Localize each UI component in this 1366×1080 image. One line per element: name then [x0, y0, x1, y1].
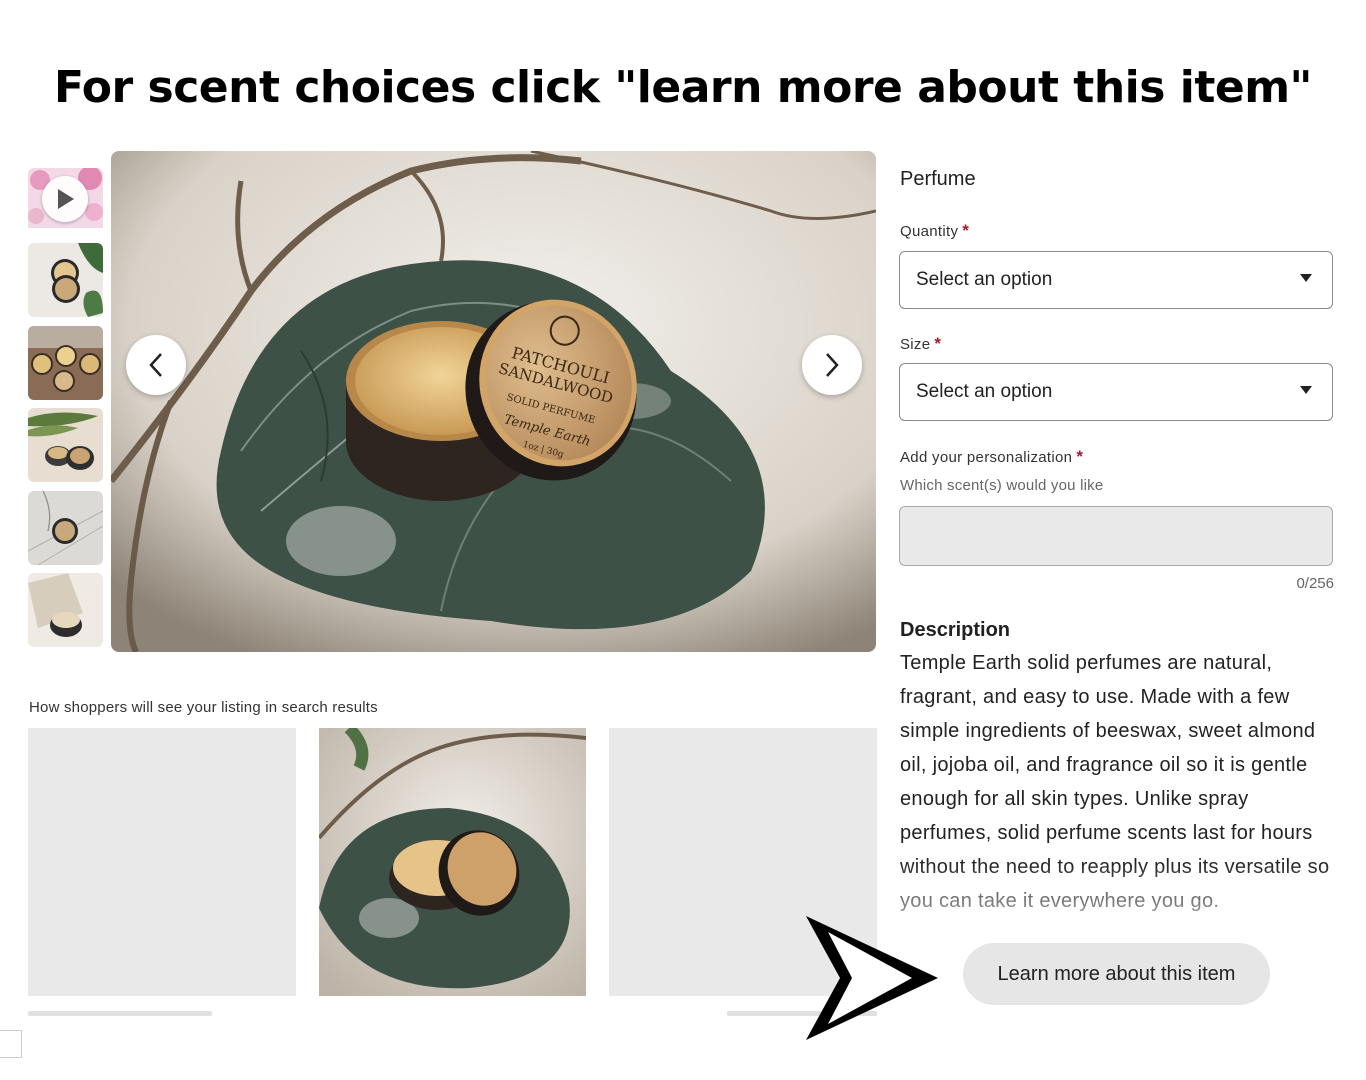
- chevron-right-icon: [826, 353, 839, 377]
- personalization-label-text: Add your personalization: [900, 449, 1073, 466]
- thumbnail-6[interactable]: [28, 573, 103, 647]
- listing-title: Perfume: [900, 168, 976, 190]
- quantity-label: Quantity *: [900, 221, 969, 241]
- personalization-label: Add your personalization *: [900, 447, 1083, 467]
- corner-widget: [0, 1030, 22, 1058]
- thumbnail-video[interactable]: [28, 168, 103, 242]
- size-label-text: Size: [900, 336, 931, 353]
- caret-down-icon: [1300, 274, 1312, 282]
- preview-scrollbar-left[interactable]: [28, 1011, 212, 1016]
- thumbnail-5-image: [28, 491, 103, 565]
- personalization-input[interactable]: [899, 506, 1333, 566]
- main-product-photo: PATCHOULI SANDALWOOD SOLID PERFUME Templ…: [111, 151, 876, 652]
- size-label: Size *: [900, 334, 941, 354]
- learn-more-button[interactable]: Learn more about this item: [963, 943, 1270, 1005]
- size-select[interactable]: Select an option: [899, 363, 1333, 421]
- preview-listing-card: [319, 728, 586, 996]
- next-image-button[interactable]: [802, 335, 862, 395]
- preview-listing-image: [319, 728, 586, 996]
- quantity-label-text: Quantity: [900, 223, 959, 240]
- description-heading: Description: [900, 619, 1011, 641]
- personalization-hint: Which scent(s) would you like: [900, 477, 1104, 494]
- required-mark: *: [934, 334, 942, 353]
- chevron-left-icon: [149, 353, 162, 377]
- main-product-image: PATCHOULI SANDALWOOD SOLID PERFUME Templ…: [111, 151, 876, 652]
- promo-banner: For scent choices click "learn more abou…: [54, 62, 1312, 113]
- required-mark: *: [1076, 447, 1084, 466]
- quantity-select-value: Select an option: [916, 269, 1053, 290]
- arrow-pointer-icon: [806, 916, 938, 1040]
- thumbnail-2-image: [28, 243, 103, 317]
- caret-down-icon: [1300, 386, 1312, 394]
- thumbnail-4[interactable]: [28, 408, 103, 482]
- thumbnail-3[interactable]: [28, 326, 103, 400]
- thumbnail-2[interactable]: [28, 243, 103, 317]
- size-select-value: Select an option: [916, 381, 1053, 402]
- play-icon[interactable]: [42, 176, 88, 222]
- character-counter: 0/256: [1296, 575, 1334, 592]
- search-preview-label: How shoppers will see your listing in se…: [29, 699, 378, 716]
- thumbnail-4-image: [28, 408, 103, 482]
- thumbnail-3-image: [28, 326, 103, 400]
- prev-image-button[interactable]: [126, 335, 186, 395]
- quantity-select[interactable]: Select an option: [899, 251, 1333, 309]
- required-mark: *: [962, 221, 970, 240]
- description-text: Temple Earth solid perfumes are natural,…: [900, 652, 1330, 912]
- thumbnail-5[interactable]: [28, 491, 103, 565]
- preview-placeholder-left: [28, 728, 296, 996]
- thumbnail-6-image: [28, 573, 103, 647]
